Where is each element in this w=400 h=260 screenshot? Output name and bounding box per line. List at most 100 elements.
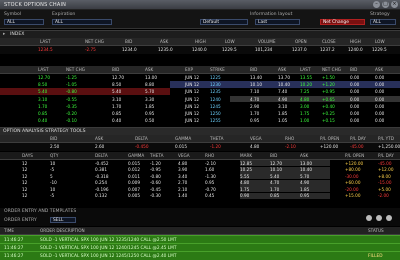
analysis-value-row: 2.50 2.60 -0.450 0.015 -1.20 4.80 -2.10 +120.00…	[0, 143, 400, 151]
position-cell: 1.70	[270, 186, 280, 192]
position-cell: -0.95	[150, 167, 161, 173]
chain-cell: JUN 12	[185, 75, 200, 80]
chain-cell: 7.10	[250, 89, 260, 95]
chain-cell: +0.40	[322, 103, 335, 109]
position-cell: 1.60	[205, 167, 215, 173]
position-row[interactable]: 12 -10 0.254 0.009 -0.60 2.70 0.95 4.80 4.70 4.90…	[0, 179, 400, 186]
index-section-title: INDEX	[10, 32, 25, 37]
analysis-col: THETA	[210, 136, 224, 141]
expiration-label: Expiration	[52, 12, 76, 17]
orders-header-row: TIME ORDER DESCRIPTION STATUS	[0, 227, 400, 235]
chain-cell: 1245	[210, 103, 221, 109]
chain-row[interactable]: 3.10 -0.55 3.10 3.30 JUN 12 1240 4.70 4.90 4.80 +…	[0, 95, 400, 102]
order-entry-select[interactable]: SELL	[50, 217, 76, 223]
chain-cell: JUN 12	[185, 111, 200, 116]
strategy-select[interactable]: ALL	[370, 19, 396, 25]
analysis-col: ASK	[95, 136, 104, 141]
position-cell: 12	[22, 193, 28, 199]
chain-cell: 0.00	[375, 89, 385, 95]
chain-cell: 8.50	[112, 82, 122, 88]
quote-value: 1240.0	[192, 47, 207, 52]
analysis-header-row: BID ASK DELTA GAMMA THETA VEGA RHO P/L OPEN P/L …	[0, 135, 400, 143]
chain-cell: 0.00	[350, 75, 360, 80]
positions-col: VEGA	[178, 153, 190, 158]
chain-cell: 8.80	[145, 82, 155, 88]
analysis-value: 4.80	[250, 144, 260, 149]
expiration-select[interactable]: ALL	[52, 19, 112, 25]
position-row[interactable]: 12 -5 0.381 0.012 -0.95 3.90 1.60 10.25 10.10 10.…	[0, 166, 400, 173]
order-entry-panel: ORDER ENTRY AND TEMPLATES ORDER ENTRY SE…	[0, 208, 400, 226]
position-row[interactable]: 12 10 -0.452 0.015 -1.20 4.80 -2.10 12.85 12.70 1…	[0, 160, 400, 166]
position-cell: +15.00	[345, 193, 361, 199]
chain-row[interactable]: 5.40 -0.80 5.40 5.70 JUN 12 1235 7.10 7.40 7.25 +…	[0, 88, 400, 95]
chain-cell: 3.30	[145, 96, 155, 102]
chain-cell: 1.00	[300, 118, 310, 124]
position-cell: -30.00	[345, 173, 359, 179]
position-cell: 4.90	[300, 180, 310, 186]
chain-cell: 10.40	[278, 82, 290, 88]
quote-col: CLOSE	[322, 39, 336, 44]
positions-col: GAMMA	[128, 153, 145, 158]
chain-cell: 1240	[210, 96, 221, 102]
position-cell: 0.132	[95, 193, 107, 199]
chain-cell: 0.00	[350, 111, 360, 116]
chain-cell: +1.20	[322, 82, 335, 88]
chain-row[interactable]: 8.50 -1.05 8.50 8.80 JUN 12 1230 10.10 10.40 10.…	[0, 81, 400, 88]
last-select[interactable]: Last	[255, 19, 300, 25]
position-cell: -2.00	[378, 193, 389, 199]
chain-cell: 1.05	[278, 118, 288, 124]
layout-field[interactable]: Default	[200, 19, 248, 25]
chain-row[interactable]: 12.70 -1.25 12.70 13.00 JUN 12 1225 13.40 13.70…	[0, 74, 400, 80]
position-cell: 0.85	[270, 193, 280, 199]
quote-col: LOW	[225, 39, 235, 44]
chain-cell: 0.00	[350, 103, 360, 109]
chain-cell: 0.00	[350, 118, 360, 124]
positions-col: DELTA	[95, 153, 108, 158]
analysis-col: BID	[50, 136, 58, 141]
chain-cell: 0.95	[250, 118, 260, 124]
position-cell: 0.95	[205, 180, 215, 186]
close-icon[interactable]: ×	[391, 1, 398, 8]
symbol-field[interactable]: ALL	[4, 19, 44, 25]
position-row[interactable]: 12 -5 0.132 0.005 -0.30 1.40 0.45 0.90 0.85 0.95 +…	[0, 192, 400, 199]
symbol-label: Symbol	[4, 12, 22, 17]
chain-cell: -0.20	[66, 111, 77, 116]
order-row[interactable]: 11:46:27 SOLD -1 VERTICAL SPX 100 JUN 12 …	[0, 251, 400, 260]
more-icon[interactable]	[386, 215, 392, 221]
chain-row[interactable]: 0.85 -0.20 0.85 0.95 JUN 12 1250 1.70 1.85 1.75 +…	[0, 110, 400, 116]
analysis-value: 0.015	[175, 144, 187, 149]
position-cell: +120.00	[345, 160, 364, 166]
position-cell: 4.80	[240, 180, 250, 186]
order-status: FILLED	[368, 253, 383, 259]
chain-cell: 1235	[210, 89, 221, 95]
position-cell: 0.012	[128, 167, 140, 173]
analysis-value: -45.00	[350, 144, 364, 149]
position-cell: 0.381	[95, 167, 107, 173]
position-row[interactable]: 12 5 -0.318 0.011 -0.80 3.40 -1.30 5.55 5.40 5.70…	[0, 173, 400, 179]
order-desc: SOLD -1 VERTICAL SPX 100 JUN 12 1235/124…	[40, 237, 177, 243]
chain-cell: 0.85	[112, 111, 122, 116]
window-titlebar: STOCK OPTIONS CHAIN – □ ×	[0, 0, 400, 10]
chain-cell: 12.70	[112, 75, 124, 80]
collapse-icon[interactable]: ▸	[3, 32, 5, 37]
position-cell: 2.10	[178, 186, 188, 192]
chain-col: BID	[350, 67, 358, 72]
analysis-value: -0.450	[135, 144, 149, 149]
chain-row[interactable]: 0.40 -0.10 0.40 0.50 JUN 12 1255 0.95 1.05 1.00 +…	[0, 117, 400, 123]
chain-row[interactable]: 1.70 -0.35 1.70 1.85 JUN 12 1245 2.90 3.10 3.00 +…	[0, 103, 400, 109]
minimize-icon[interactable]: –	[373, 1, 380, 8]
position-cell: 10.10	[270, 167, 282, 173]
chain-cell: 10.10	[250, 82, 262, 88]
position-cell: -0.30	[150, 193, 161, 199]
chain-col: BID	[250, 67, 258, 72]
analysis-value: 2.50	[50, 144, 60, 149]
settings-icon[interactable]	[376, 215, 382, 221]
chain-cell: 1.85	[145, 103, 155, 109]
maximize-icon[interactable]: □	[382, 1, 389, 8]
position-cell: 10.40	[300, 167, 312, 173]
net-change-select[interactable]: Net Change	[320, 19, 365, 25]
chain-cell: 1.70	[250, 111, 260, 116]
add-icon[interactable]	[366, 215, 372, 221]
options-chain-table: 12.70 -1.25 12.70 13.00 JUN 12 1225 13.40 13.70…	[0, 74, 400, 126]
position-row[interactable]: 12 10 -0.196 0.007 -0.45 2.10 -0.70 1.75 1.70 1.8…	[0, 186, 400, 192]
